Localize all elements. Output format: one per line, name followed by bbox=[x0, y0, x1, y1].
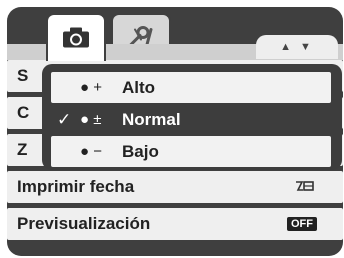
tab-camera[interactable] bbox=[46, 13, 106, 61]
option-label: Alto bbox=[122, 78, 156, 97]
menu-item-label: Imprimir fecha bbox=[17, 177, 135, 196]
off-badge: OFF bbox=[287, 217, 317, 231]
scroll-arrows[interactable]: ▲ ▼ bbox=[256, 35, 338, 59]
menu-item-preview[interactable]: Previsualización OFF bbox=[7, 208, 343, 240]
menu-item-label: S bbox=[17, 66, 29, 85]
sharpness-high-icon: ● + bbox=[80, 79, 102, 96]
option-alto[interactable]: ● + Alto bbox=[51, 72, 331, 103]
menu-item-label: Previsualización bbox=[17, 214, 151, 233]
menu-item-label: C bbox=[17, 103, 30, 122]
camera-menu-screen: ▲ ▼ S C Z Imprimir fecha Previsualizació… bbox=[0, 0, 344, 258]
option-label: Bajo bbox=[122, 142, 159, 161]
menu-item-date-print[interactable]: Imprimir fecha bbox=[7, 171, 343, 203]
menu-item-label: Z bbox=[17, 140, 28, 159]
quality-popup: ● + Alto ✓ ● ± Normal ● − Bajo bbox=[42, 64, 342, 170]
date-stamp-icon bbox=[296, 181, 314, 191]
option-label: Normal bbox=[122, 110, 181, 129]
sharpness-normal-icon: ● ± bbox=[80, 111, 102, 128]
option-bajo[interactable]: ● − Bajo bbox=[51, 136, 331, 167]
sharpness-low-icon: ● − bbox=[80, 143, 102, 160]
option-normal[interactable]: ✓ ● ± Normal bbox=[51, 104, 331, 135]
camera-icon bbox=[63, 27, 89, 48]
checkmark-icon: ✓ bbox=[57, 110, 72, 129]
